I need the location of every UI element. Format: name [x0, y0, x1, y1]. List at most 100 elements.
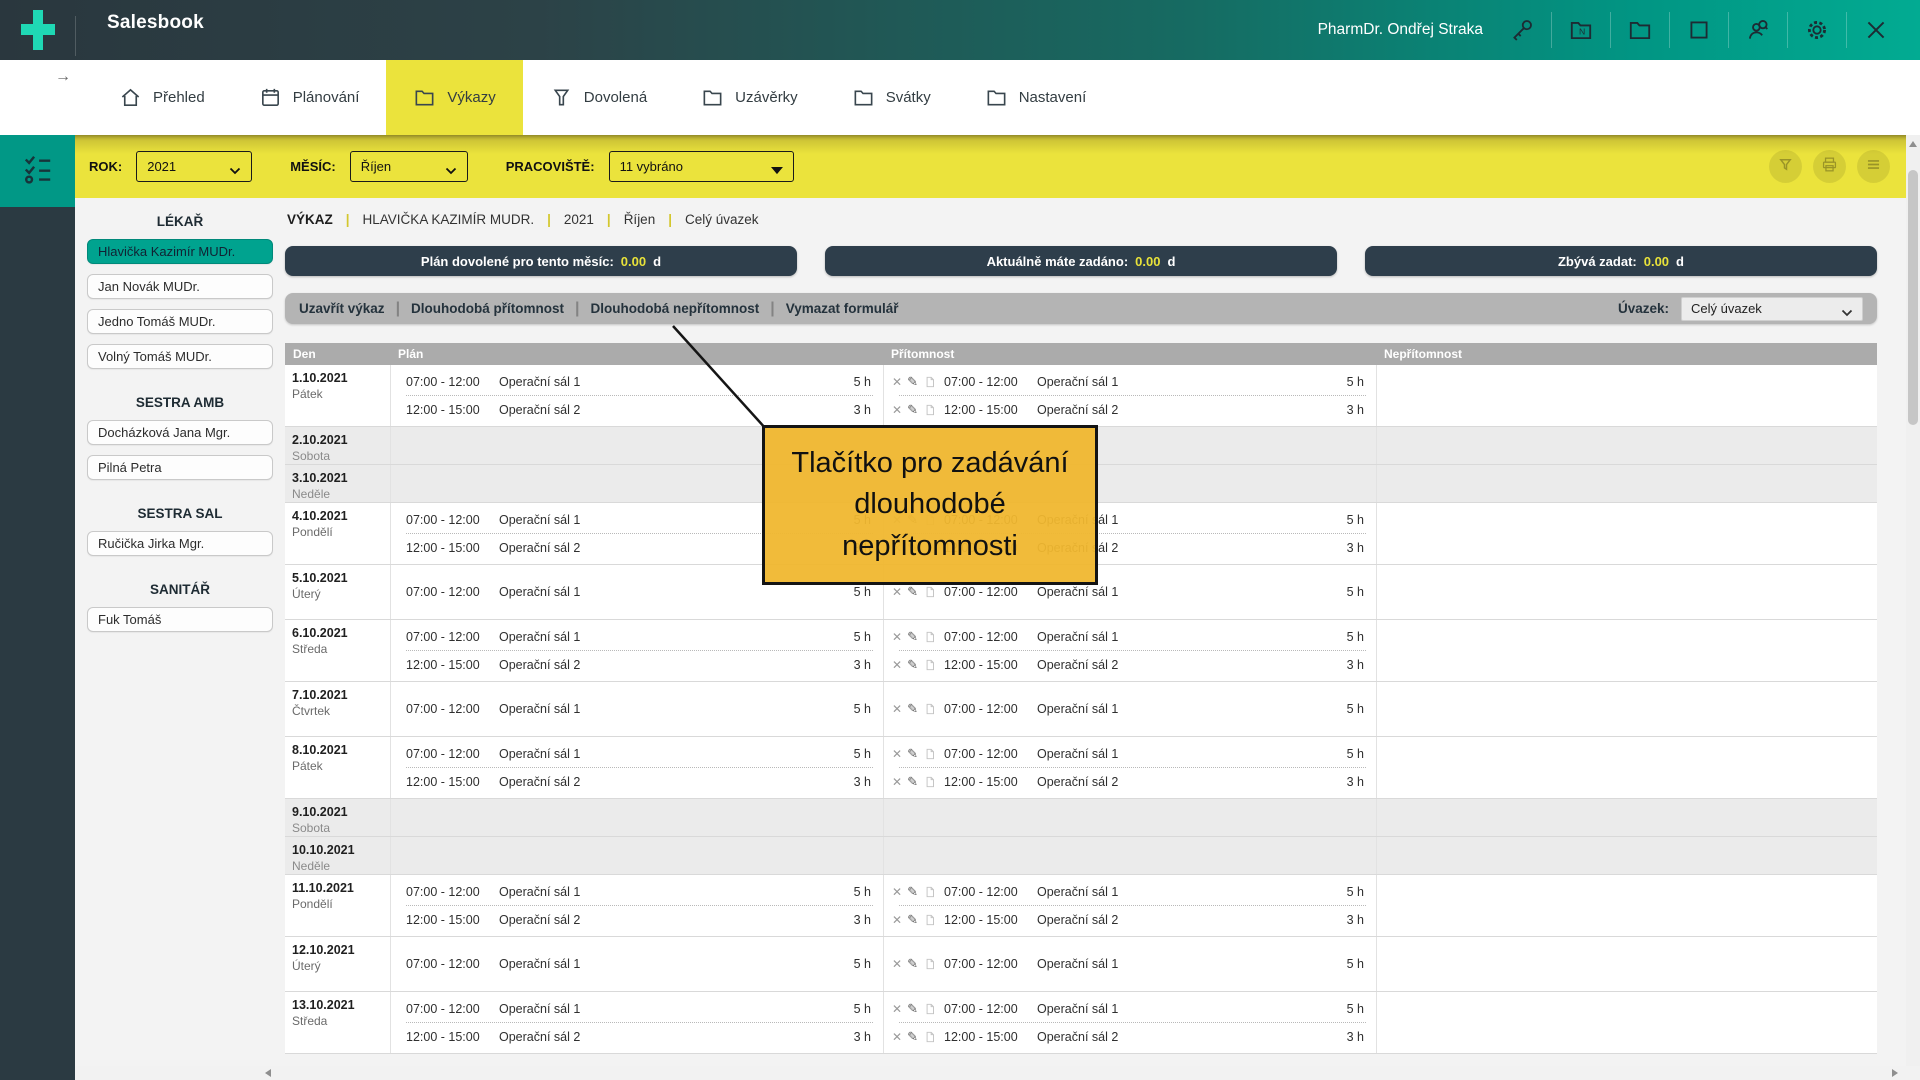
vertical-scrollbar-thumb[interactable]	[1908, 170, 1918, 425]
delete-icon[interactable]: ✕	[892, 957, 902, 971]
tab-svatky[interactable]: Svátky	[825, 60, 958, 135]
edit-icon[interactable]: ✎	[907, 657, 918, 673]
entry-hours: 5 h	[1322, 957, 1364, 971]
scroll-left-icon[interactable]	[265, 1069, 271, 1077]
entry-time: 12:00 - 15:00	[944, 775, 1037, 789]
edit-icon[interactable]: ✎	[907, 884, 918, 900]
sidebar-item-dochazkova-jana-mgr[interactable]: Docházková Jana Mgr.	[87, 420, 273, 445]
copy-icon[interactable]	[923, 658, 937, 672]
tab-planovani[interactable]: Plánování	[232, 60, 387, 135]
copy-icon[interactable]	[923, 585, 937, 599]
copy-icon[interactable]	[923, 1030, 937, 1044]
row-date: 9.10.2021	[292, 804, 386, 821]
edit-icon[interactable]: ✎	[907, 912, 918, 928]
tab-prehled[interactable]: Přehled	[92, 60, 232, 135]
copy-icon[interactable]	[923, 957, 937, 971]
sidebar-toggle-button[interactable]	[0, 135, 75, 207]
sidebar-item-pilna-petra[interactable]: Pilná Petra	[87, 455, 273, 480]
copy-icon[interactable]	[923, 885, 937, 899]
delete-icon[interactable]: ✕	[892, 585, 902, 599]
edit-icon[interactable]: ✎	[907, 374, 918, 390]
delete-icon[interactable]: ✕	[892, 913, 902, 927]
sidebar-item-fuk-tomas[interactable]: Fuk Tomáš	[87, 607, 273, 632]
edit-icon[interactable]: ✎	[907, 746, 918, 762]
tab-vykazy[interactable]: Výkazy	[386, 60, 522, 135]
table-cell: 07:00 - 12:00Operační sál 15 h12:00 - 15…	[390, 875, 883, 936]
vertical-scrollbar[interactable]	[1906, 135, 1920, 1080]
mesic-select[interactable]: Říjen	[350, 151, 468, 182]
window-icon[interactable]	[1685, 16, 1713, 44]
delete-icon[interactable]: ✕	[892, 630, 902, 644]
column-header-nepritomnost: Nepřítomnost	[1376, 343, 1877, 365]
gear-icon[interactable]	[1803, 16, 1831, 44]
edit-icon[interactable]: ✎	[907, 1029, 918, 1045]
print-button[interactable]	[1813, 150, 1846, 183]
delete-icon[interactable]: ✕	[892, 375, 902, 389]
toolbar-action-uzavrit-vykaz[interactable]: Uzavřít výkaz	[299, 301, 385, 316]
delete-icon[interactable]: ✕	[892, 885, 902, 899]
toolbar-action-vymazat-formular[interactable]: Vymazat formulář	[786, 301, 899, 316]
absence-cell	[1376, 620, 1877, 681]
uvazek-value: Celý úvazek	[1691, 301, 1762, 316]
entry-place: Operační sál 1	[1037, 747, 1322, 761]
edit-icon[interactable]: ✎	[907, 584, 918, 600]
delete-icon[interactable]: ✕	[892, 702, 902, 716]
copy-icon[interactable]	[923, 702, 937, 716]
horizontal-scrollbar[interactable]	[75, 1066, 1920, 1080]
edit-icon[interactable]: ✎	[907, 701, 918, 717]
entry-hours: 3 h	[1322, 1030, 1364, 1044]
copy-icon[interactable]	[923, 375, 937, 389]
sidebar-item-rucicka-jirka-mgr[interactable]: Ručička Jirka Mgr.	[87, 531, 273, 556]
copy-icon[interactable]	[923, 775, 937, 789]
scroll-right-icon[interactable]	[1892, 1069, 1898, 1077]
rok-value: 2021	[147, 159, 176, 174]
close-icon[interactable]	[1862, 16, 1890, 44]
pracoviste-select[interactable]: 11 vybráno	[609, 151, 794, 182]
delete-icon[interactable]: ✕	[892, 747, 902, 761]
edit-icon[interactable]: ✎	[907, 402, 918, 418]
forward-arrow-icon[interactable]: →	[55, 68, 71, 86]
tab-dovolena[interactable]: Dovolená	[523, 60, 674, 135]
copy-icon[interactable]	[923, 1002, 937, 1016]
toolbar-action-dlouhodoba-pritomnost[interactable]: Dlouhodobá přítomnost	[411, 301, 564, 316]
main-content: VÝKAZ|HLAVIČKA KAZIMÍR MUDR.|2021|Říjen|…	[285, 198, 1877, 1080]
tab-nastaveni[interactable]: Nastavení	[958, 60, 1114, 135]
edit-icon[interactable]: ✎	[907, 1001, 918, 1017]
folder-n-icon[interactable]: N	[1567, 16, 1595, 44]
copy-icon[interactable]	[923, 403, 937, 417]
user-search-icon[interactable]	[1744, 16, 1772, 44]
column-header-plan: Plán	[390, 343, 883, 365]
app-header: Salesbook PharmDr. Ondřej Straka N	[0, 0, 1920, 60]
menu-button[interactable]	[1857, 150, 1890, 183]
scroll-up-icon[interactable]	[1909, 141, 1917, 147]
staff-sidebar: LÉKAŘHlavička Kazimír MUDr.Jan Novák MUD…	[75, 198, 285, 1080]
table-cell: 07:00 - 12:00Operační sál 15 h12:00 - 15…	[390, 365, 883, 426]
sidebar-item-jedno-tomas-mudr[interactable]: Jedno Tomáš MUDr.	[87, 309, 273, 334]
breadcrumb-item: 2021	[564, 212, 594, 227]
shift-entry: ✕✎07:00 - 12:00Operační sál 15 h	[884, 995, 1376, 1022]
sidebar-item-jan-novak-mudr[interactable]: Jan Novák MUDr.	[87, 274, 273, 299]
day-cell: 5.10.2021Úterý	[285, 565, 390, 619]
sidebar-item-volny-tomas-mudr[interactable]: Volný Tomáš MUDr.	[87, 344, 273, 369]
copy-icon[interactable]	[923, 913, 937, 927]
key-icon[interactable]	[1508, 16, 1536, 44]
shift-entry: 07:00 - 12:00Operační sál 15 h	[391, 878, 883, 905]
toolbar-action-dlouhodoba-nepritomnost[interactable]: Dlouhodobá nepřítomnost	[591, 301, 760, 316]
delete-icon[interactable]: ✕	[892, 1002, 902, 1016]
entry-place: Operační sál 1	[1037, 375, 1322, 389]
uvazek-select[interactable]: Celý úvazek	[1681, 297, 1863, 321]
edit-icon[interactable]: ✎	[907, 774, 918, 790]
delete-icon[interactable]: ✕	[892, 658, 902, 672]
edit-icon[interactable]: ✎	[907, 956, 918, 972]
delete-icon[interactable]: ✕	[892, 403, 902, 417]
delete-icon[interactable]: ✕	[892, 775, 902, 789]
tab-uzaverky[interactable]: Uzávěrky	[674, 60, 825, 135]
rok-select[interactable]: 2021	[136, 151, 252, 182]
copy-icon[interactable]	[923, 630, 937, 644]
edit-icon[interactable]: ✎	[907, 629, 918, 645]
sidebar-item-hlavicka-kazimir-mudr[interactable]: Hlavička Kazimír MUDr.	[87, 239, 273, 264]
delete-icon[interactable]: ✕	[892, 1030, 902, 1044]
filter-button[interactable]	[1769, 150, 1802, 183]
folder-icon[interactable]	[1626, 16, 1654, 44]
copy-icon[interactable]	[923, 747, 937, 761]
